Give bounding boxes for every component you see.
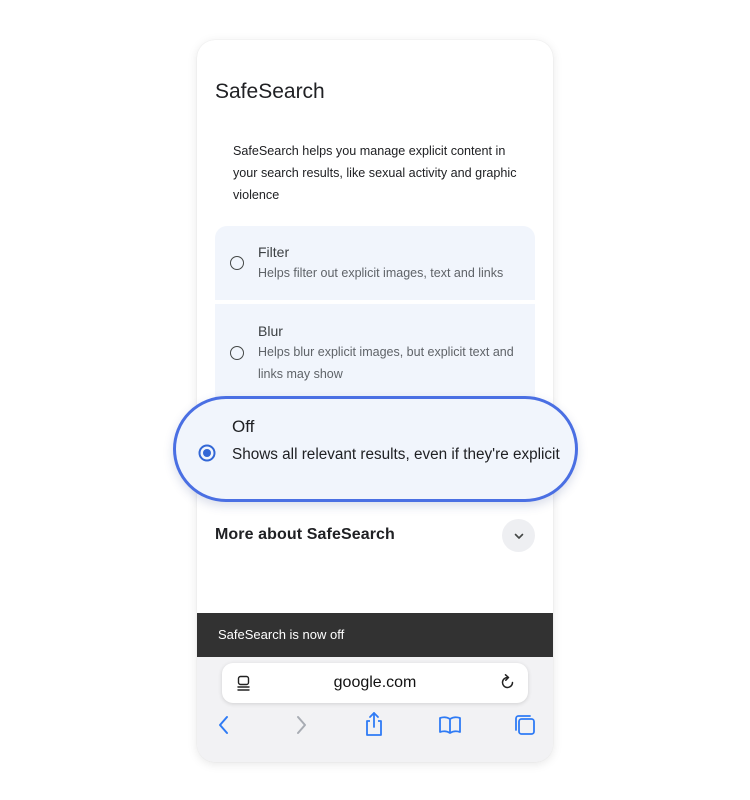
browser-toolbar: google.com — [197, 657, 553, 762]
tabs-icon[interactable] — [514, 714, 536, 736]
url-text: google.com — [333, 674, 417, 691]
more-about-link[interactable]: More about SafeSearch — [215, 526, 395, 544]
snackbar: SafeSearch is now off — [197, 613, 553, 657]
option-title: Off — [232, 417, 255, 436]
expand-button[interactable] — [502, 519, 535, 552]
option-title: Filter — [258, 244, 290, 260]
chevron-down-icon — [514, 533, 523, 539]
option-blur[interactable]: Blur Helps blur explicit images, but exp… — [215, 304, 535, 404]
radio-unselected-icon[interactable] — [230, 256, 244, 270]
page-description: SafeSearch helps you manage explicit con… — [233, 144, 517, 202]
page-title: SafeSearch — [215, 80, 325, 103]
option-title: Blur — [258, 323, 283, 339]
back-icon[interactable] — [216, 715, 232, 735]
radio-unselected-icon[interactable] — [230, 346, 244, 360]
reload-icon[interactable] — [500, 674, 516, 692]
option-subtitle: Helps blur explicit images, but explicit… — [258, 345, 514, 381]
bookmarks-icon[interactable] — [438, 715, 462, 735]
radio-selected-icon[interactable] — [198, 444, 216, 462]
option-off-highlighted[interactable]: Off Shows all relevant results, even if … — [173, 396, 578, 502]
share-icon[interactable] — [363, 711, 385, 737]
option-subtitle: Helps filter out explicit images, text a… — [258, 266, 504, 280]
address-bar[interactable]: google.com — [222, 663, 528, 703]
option-filter[interactable]: Filter Helps filter out explicit images,… — [215, 226, 535, 300]
option-subtitle: Shows all relevant results, even if they… — [232, 446, 560, 463]
forward-icon[interactable] — [293, 715, 309, 735]
